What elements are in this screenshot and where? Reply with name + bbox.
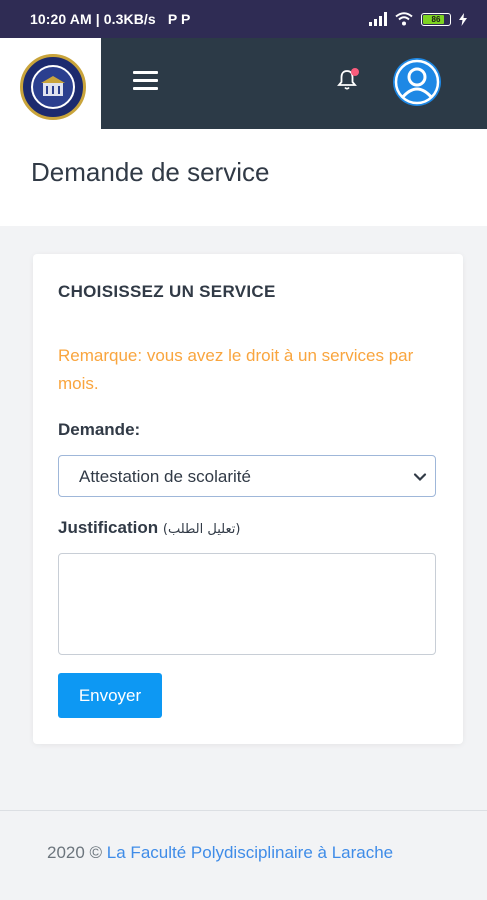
charging-icon <box>459 12 467 26</box>
status-bar: 10:20 AM | 0.3KB/s P P 86 <box>0 0 487 38</box>
status-time-text: 10:20 AM | 0.3KB/s <box>30 11 156 27</box>
page-title: Demande de service <box>31 157 270 187</box>
logo-area[interactable] <box>0 38 101 129</box>
chevron-down-icon <box>413 473 427 482</box>
justification-label-text: Justification <box>58 518 159 537</box>
notification-badge <box>351 68 359 76</box>
wifi-icon <box>395 12 413 26</box>
demande-selected-value: Attestation de scolarité <box>79 467 251 486</box>
demande-select[interactable]: Attestation de scolarité <box>58 455 436 497</box>
card-title: CHOISISSEZ UN SERVICE <box>58 282 276 301</box>
signal-icon <box>369 12 387 26</box>
user-avatar-icon[interactable] <box>393 58 441 106</box>
remark-text: Remarque: vous avez le droit à un servic… <box>58 346 414 393</box>
top-navbar <box>101 38 487 129</box>
battery-icon: 86 <box>421 12 451 26</box>
envoyer-button[interactable]: Envoyer <box>58 673 162 718</box>
page-title-box: Demande de service <box>0 129 487 226</box>
justification-textarea[interactable] <box>58 553 436 655</box>
footer-copyright: 2020 © <box>47 843 107 862</box>
status-icons: 86 <box>369 10 467 28</box>
hamburger-menu-icon[interactable] <box>133 71 158 91</box>
battery-level: 86 <box>431 14 441 24</box>
footer: 2020 © La Faculté Polydisciplinaire à La… <box>0 810 487 900</box>
service-request-card: CHOISISSEZ UN SERVICE Remarque: vous ave… <box>33 254 463 744</box>
footer-text: 2020 © La Faculté Polydisciplinaire à La… <box>47 843 393 863</box>
university-logo-icon[interactable] <box>20 54 86 120</box>
status-app-icons: P P <box>167 11 191 27</box>
justification-label-arabic: (تعليل الطلب) <box>162 522 241 537</box>
bell-icon[interactable] <box>337 68 361 94</box>
justification-label: Justification (تعليل الطلب) <box>58 518 240 538</box>
demande-label: Demande: <box>58 420 141 439</box>
footer-faculty-link[interactable]: La Faculté Polydisciplinaire à Larache <box>107 843 393 862</box>
status-time-speed: 10:20 AM | 0.3KB/s P P <box>30 11 190 27</box>
